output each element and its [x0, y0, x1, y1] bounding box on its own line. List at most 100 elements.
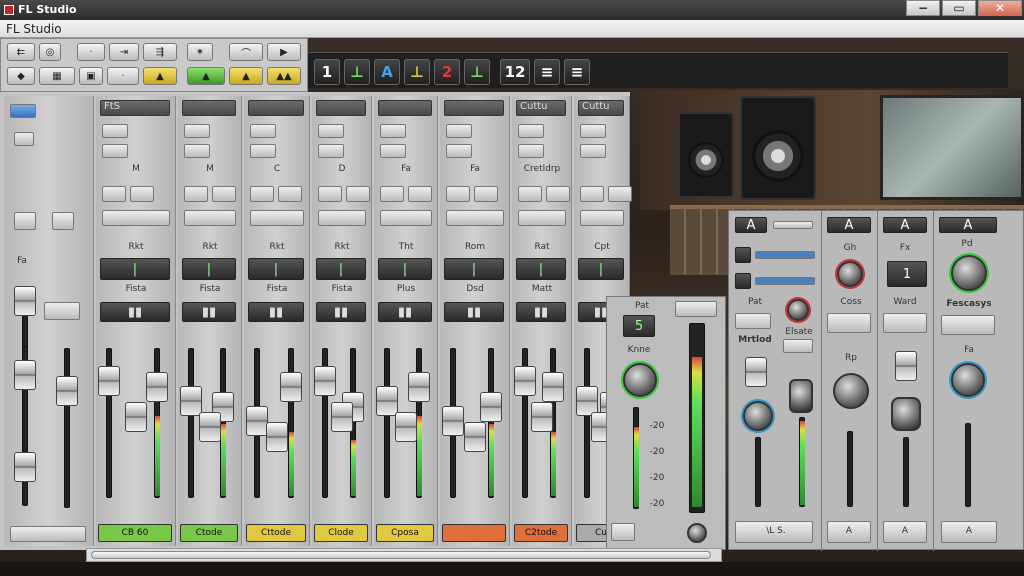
channel-option-button[interactable]	[250, 144, 276, 158]
channel-fader[interactable]	[514, 366, 536, 396]
toolbar-button-11[interactable]: ▣	[79, 67, 103, 85]
channel-footer-tag[interactable]: Cposa	[376, 524, 434, 542]
channel-fader-3[interactable]	[464, 422, 486, 452]
channel-route-button[interactable]	[250, 186, 274, 202]
channel-name[interactable]	[378, 100, 432, 116]
channel-display[interactable]: |	[444, 258, 504, 280]
channel-name[interactable]	[182, 100, 236, 116]
fx-strip1-pan-knob-2[interactable]	[789, 379, 813, 413]
channel-option-button[interactable]	[184, 144, 210, 158]
channel-fader-3[interactable]	[531, 402, 553, 432]
master-up-button[interactable]	[14, 212, 36, 230]
channel-route-button-2[interactable]	[608, 186, 632, 202]
channel-route-button[interactable]	[102, 186, 126, 202]
channel-select-button[interactable]	[250, 124, 276, 138]
channel-send-controls[interactable]	[184, 210, 236, 226]
channel-fader[interactable]	[180, 386, 202, 416]
fx-strip1-slider[interactable]	[773, 221, 813, 229]
channel-route-button[interactable]	[380, 186, 404, 202]
channel-send-controls[interactable]	[446, 210, 504, 226]
channel-mute-display[interactable]: ▮▮	[316, 302, 366, 322]
channel-name[interactable]: FtS	[100, 100, 170, 116]
fx-strip3-pan-knob[interactable]	[891, 397, 921, 431]
channel-footer-tag[interactable]: CB 60	[98, 524, 172, 542]
channel-footer-tag[interactable]: C2tode	[514, 524, 568, 542]
pattern-button-8[interactable]: ≡	[534, 59, 560, 85]
close-button[interactable]: ✕	[978, 0, 1022, 16]
channel-route-button[interactable]	[318, 186, 342, 202]
channel-footer-tag[interactable]: Clode	[314, 524, 368, 542]
toolbar-button-7[interactable]: ⌒	[229, 43, 263, 61]
toolbar-button-8[interactable]: ▶	[267, 43, 301, 61]
fx-strip1-knob[interactable]	[787, 299, 809, 321]
fx-strip4-head[interactable]: A	[939, 217, 997, 233]
channel-select-button[interactable]	[102, 124, 128, 138]
fx-strip2-toggle[interactable]	[827, 313, 871, 333]
fx-strip3-head[interactable]: A	[883, 217, 927, 233]
toolbar-button-13[interactable]: ▲	[143, 67, 177, 85]
channel-display[interactable]: |	[378, 258, 432, 280]
fx-strip1-send-slider-2[interactable]	[755, 277, 815, 285]
fx-strip2-head[interactable]: A	[827, 217, 871, 233]
channel-route-button[interactable]	[184, 186, 208, 202]
toolbar-button-16[interactable]: ▲▲	[267, 67, 301, 85]
channel-fader-3[interactable]	[199, 412, 221, 442]
channel-fader-3[interactable]	[266, 422, 288, 452]
channel-fader[interactable]	[98, 366, 120, 396]
pattern-button-3[interactable]: A	[374, 59, 400, 85]
toolbar-button-14[interactable]: ▲	[187, 67, 225, 85]
toolbar-button-2[interactable]: ◎	[39, 43, 61, 61]
channel-mute-display[interactable]: ▮▮	[248, 302, 304, 322]
pattern-button-7[interactable]: 12	[500, 59, 530, 85]
channel-option-button[interactable]	[380, 144, 406, 158]
detail-value-display[interactable]: 5	[623, 315, 655, 337]
channel-send-controls[interactable]	[380, 210, 432, 226]
master-option-button[interactable]	[14, 132, 34, 146]
channel-fader-2[interactable]	[280, 372, 302, 402]
fx-strip3-footer[interactable]: A	[883, 521, 927, 543]
fx-strip1-head[interactable]: A	[735, 217, 767, 233]
channel-send-controls[interactable]	[580, 210, 624, 226]
toolbar-button-4[interactable]: ⇥	[109, 43, 139, 61]
toolbar-button-10[interactable]: ▦	[39, 67, 75, 85]
channel-select-button[interactable]	[380, 124, 406, 138]
channel-option-button[interactable]	[580, 144, 606, 158]
channel-route-button-2[interactable]	[278, 186, 302, 202]
detail-options-button[interactable]	[675, 301, 717, 317]
channel-send-controls[interactable]	[250, 210, 304, 226]
fx-strip2-pan-knob[interactable]	[833, 373, 869, 409]
channel-route-button-2[interactable]	[212, 186, 236, 202]
pattern-button-2[interactable]: ⊥	[344, 59, 370, 85]
fx-strip4-knob[interactable]	[951, 255, 987, 291]
pattern-button-9[interactable]: ≡	[564, 59, 590, 85]
detail-footer-knob[interactable]	[687, 523, 707, 543]
maximize-button[interactable]: ▭	[942, 0, 976, 16]
channel-option-button[interactable]	[318, 144, 344, 158]
pattern-button-5[interactable]: 2	[434, 59, 460, 85]
channel-option-button[interactable]	[446, 144, 472, 158]
master-up-button-2[interactable]	[52, 212, 74, 230]
fx-strip1-footer[interactable]: \L S.	[735, 521, 813, 543]
fx-strip2-knob[interactable]	[837, 261, 863, 287]
master-mute-button[interactable]	[44, 302, 80, 320]
fx-strip4-footer[interactable]: A	[941, 521, 997, 543]
master-fader-3[interactable]	[14, 452, 36, 482]
channel-route-button[interactable]	[446, 186, 470, 202]
master-fader-4[interactable]	[56, 376, 78, 406]
channel-fader[interactable]	[314, 366, 336, 396]
channel-name[interactable]	[248, 100, 304, 116]
minimize-button[interactable]: −	[906, 0, 940, 16]
channel-display[interactable]: |	[516, 258, 566, 280]
channel-select-button[interactable]	[518, 124, 544, 138]
channel-mute-display[interactable]: ▮▮	[100, 302, 170, 322]
channel-send-controls[interactable]	[318, 210, 366, 226]
channel-send-controls[interactable]	[102, 210, 170, 226]
pattern-button-6[interactable]: ⊥	[464, 59, 490, 85]
fx-strip1-fader[interactable]	[745, 357, 767, 387]
fx-strip1-button-2[interactable]	[735, 273, 751, 289]
channel-fader-3[interactable]	[331, 402, 353, 432]
channel-select-button[interactable]	[184, 124, 210, 138]
channel-fader[interactable]	[442, 406, 464, 436]
channel-fader-2[interactable]	[146, 372, 168, 402]
channel-send-controls[interactable]	[518, 210, 566, 226]
